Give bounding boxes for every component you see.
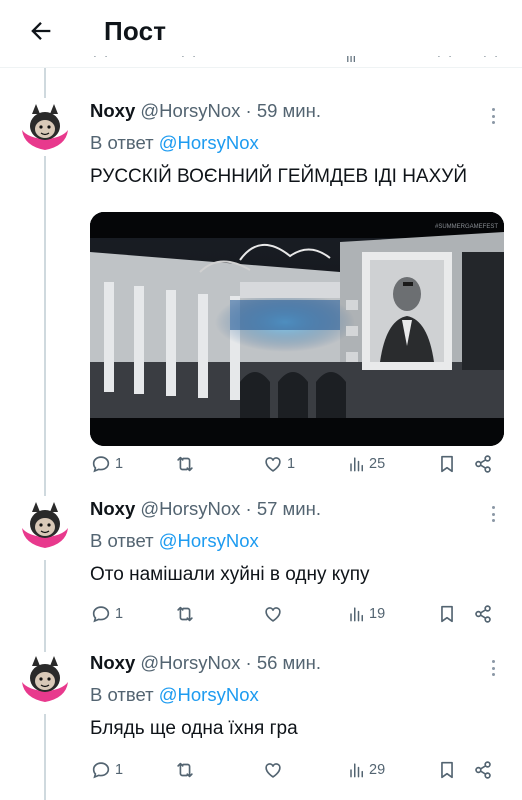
views-button[interactable]: 29: [346, 758, 385, 782]
post-2[interactable]: Noxy @HorsyNox · 57 мин. В ответ @HorsyN…: [0, 498, 522, 628]
post-3[interactable]: Noxy @HorsyNox · 56 мин. В ответ @HorsyN…: [0, 652, 522, 792]
reply-prefix: В ответ: [90, 132, 154, 153]
post-media-image[interactable]: #SUMMERGAMEFEST: [90, 212, 504, 446]
more-options-button[interactable]: [486, 106, 500, 126]
view-count: 19: [369, 606, 386, 622]
previous-post-actions-edge: ⌒ ⌒ ılı ⌒ ⌒: [94, 56, 498, 68]
page-title: Пост: [104, 16, 167, 46]
media-watermark: #SUMMERGAMEFEST: [435, 224, 498, 230]
reply-mention-link[interactable]: @HorsyNox: [159, 684, 259, 705]
author-name[interactable]: Noxy: [90, 652, 135, 673]
views-chart-icon: [350, 607, 363, 622]
bookmark-icon: [441, 761, 453, 779]
bookmark-button[interactable]: [436, 602, 458, 626]
share-button[interactable]: [472, 602, 494, 626]
post-time[interactable]: · 56 мин.: [246, 652, 321, 673]
view-count: 29: [369, 762, 386, 778]
post-actions: 1 1 25: [90, 452, 504, 476]
heart-icon: [265, 763, 281, 778]
like-count: 1: [287, 456, 296, 472]
reply-button[interactable]: 1: [90, 758, 123, 782]
author-name[interactable]: Noxy: [90, 498, 135, 519]
post-text: Ото намішали хуйні в одну купу: [90, 564, 370, 585]
author-handle[interactable]: @HorsyNox: [140, 652, 240, 673]
avatar-image: [18, 100, 72, 154]
more-options-button[interactable]: [486, 658, 500, 678]
bookmark-icon: [441, 455, 453, 473]
reply-button[interactable]: 1: [90, 452, 123, 476]
reply-button[interactable]: 1: [90, 602, 123, 626]
like-button[interactable]: [262, 602, 287, 626]
reply-context: В ответ @HorsyNox: [90, 132, 259, 154]
reply-icon: [92, 456, 110, 473]
reply-icon: [92, 762, 110, 779]
avatar-image: [18, 498, 72, 552]
reply-context: В ответ @HorsyNox: [90, 530, 259, 552]
reply-mention-link[interactable]: @HorsyNox: [159, 132, 259, 153]
thread-line: [44, 68, 46, 98]
more-options-button[interactable]: [486, 504, 500, 524]
like-button[interactable]: 1: [262, 452, 295, 476]
repost-icon: [177, 606, 193, 622]
views-button[interactable]: 25: [346, 452, 385, 476]
bookmark-button[interactable]: [436, 452, 458, 476]
post-text: Блядь ще одна їхня гра: [90, 718, 298, 739]
author-name[interactable]: Noxy: [90, 100, 135, 121]
repost-button[interactable]: [174, 452, 199, 476]
reply-icon: [92, 606, 110, 623]
avatar[interactable]: [18, 652, 72, 706]
heart-icon: [265, 457, 281, 472]
media-image-content: #SUMMERGAMEFEST: [90, 212, 504, 446]
reply-prefix: В ответ: [90, 684, 154, 705]
author-handle[interactable]: @HorsyNox: [140, 498, 240, 519]
reply-count: 1: [115, 606, 124, 622]
heart-icon: [265, 607, 281, 622]
like-button[interactable]: [262, 758, 287, 782]
arrow-left-icon: [31, 22, 51, 40]
views-button[interactable]: 19: [346, 602, 385, 626]
reply-prefix: В ответ: [90, 530, 154, 551]
reply-mention-link[interactable]: @HorsyNox: [159, 530, 259, 551]
author-handle[interactable]: @HorsyNox: [140, 100, 240, 121]
repost-icon: [177, 762, 193, 778]
bookmark-icon: [441, 605, 453, 623]
avatar[interactable]: [18, 498, 72, 552]
top-bar: Пост ⌒ ⌒ ılı ⌒ ⌒: [0, 0, 522, 68]
post-time[interactable]: · 59 мин.: [246, 100, 321, 121]
view-count: 25: [369, 456, 386, 472]
post-1[interactable]: Noxy @HorsyNox · 59 мин. В ответ @HorsyN…: [0, 100, 522, 480]
post-header: Noxy @HorsyNox · 56 мин.: [90, 652, 321, 674]
post-actions: 1 19: [90, 602, 504, 626]
post-header: Noxy @HorsyNox · 57 мин.: [90, 498, 321, 520]
post-time[interactable]: · 57 мин.: [246, 498, 321, 519]
post-actions: 1 29: [90, 758, 504, 782]
repost-button[interactable]: [174, 758, 199, 782]
post-text: РУССКІЙ ВОЄННИЙ ГЕЙМДЕВ ІДІ НАХУЙ: [90, 166, 467, 187]
share-icon: [475, 455, 491, 473]
reply-context: В ответ @HorsyNox: [90, 684, 259, 706]
avatar-image: [18, 652, 72, 706]
post-header: Noxy @HorsyNox · 59 мин.: [90, 100, 321, 122]
reply-count: 1: [115, 762, 124, 778]
views-chart-icon: [350, 457, 363, 472]
bookmark-button[interactable]: [436, 758, 458, 782]
share-button[interactable]: [472, 758, 494, 782]
avatar[interactable]: [18, 100, 72, 154]
share-icon: [475, 761, 491, 779]
back-button[interactable]: [24, 14, 58, 48]
repost-button[interactable]: [174, 602, 199, 626]
views-chart-icon: [350, 763, 363, 778]
share-button[interactable]: [472, 452, 494, 476]
repost-icon: [177, 456, 193, 472]
reply-count: 1: [115, 456, 124, 472]
share-icon: [475, 605, 491, 623]
